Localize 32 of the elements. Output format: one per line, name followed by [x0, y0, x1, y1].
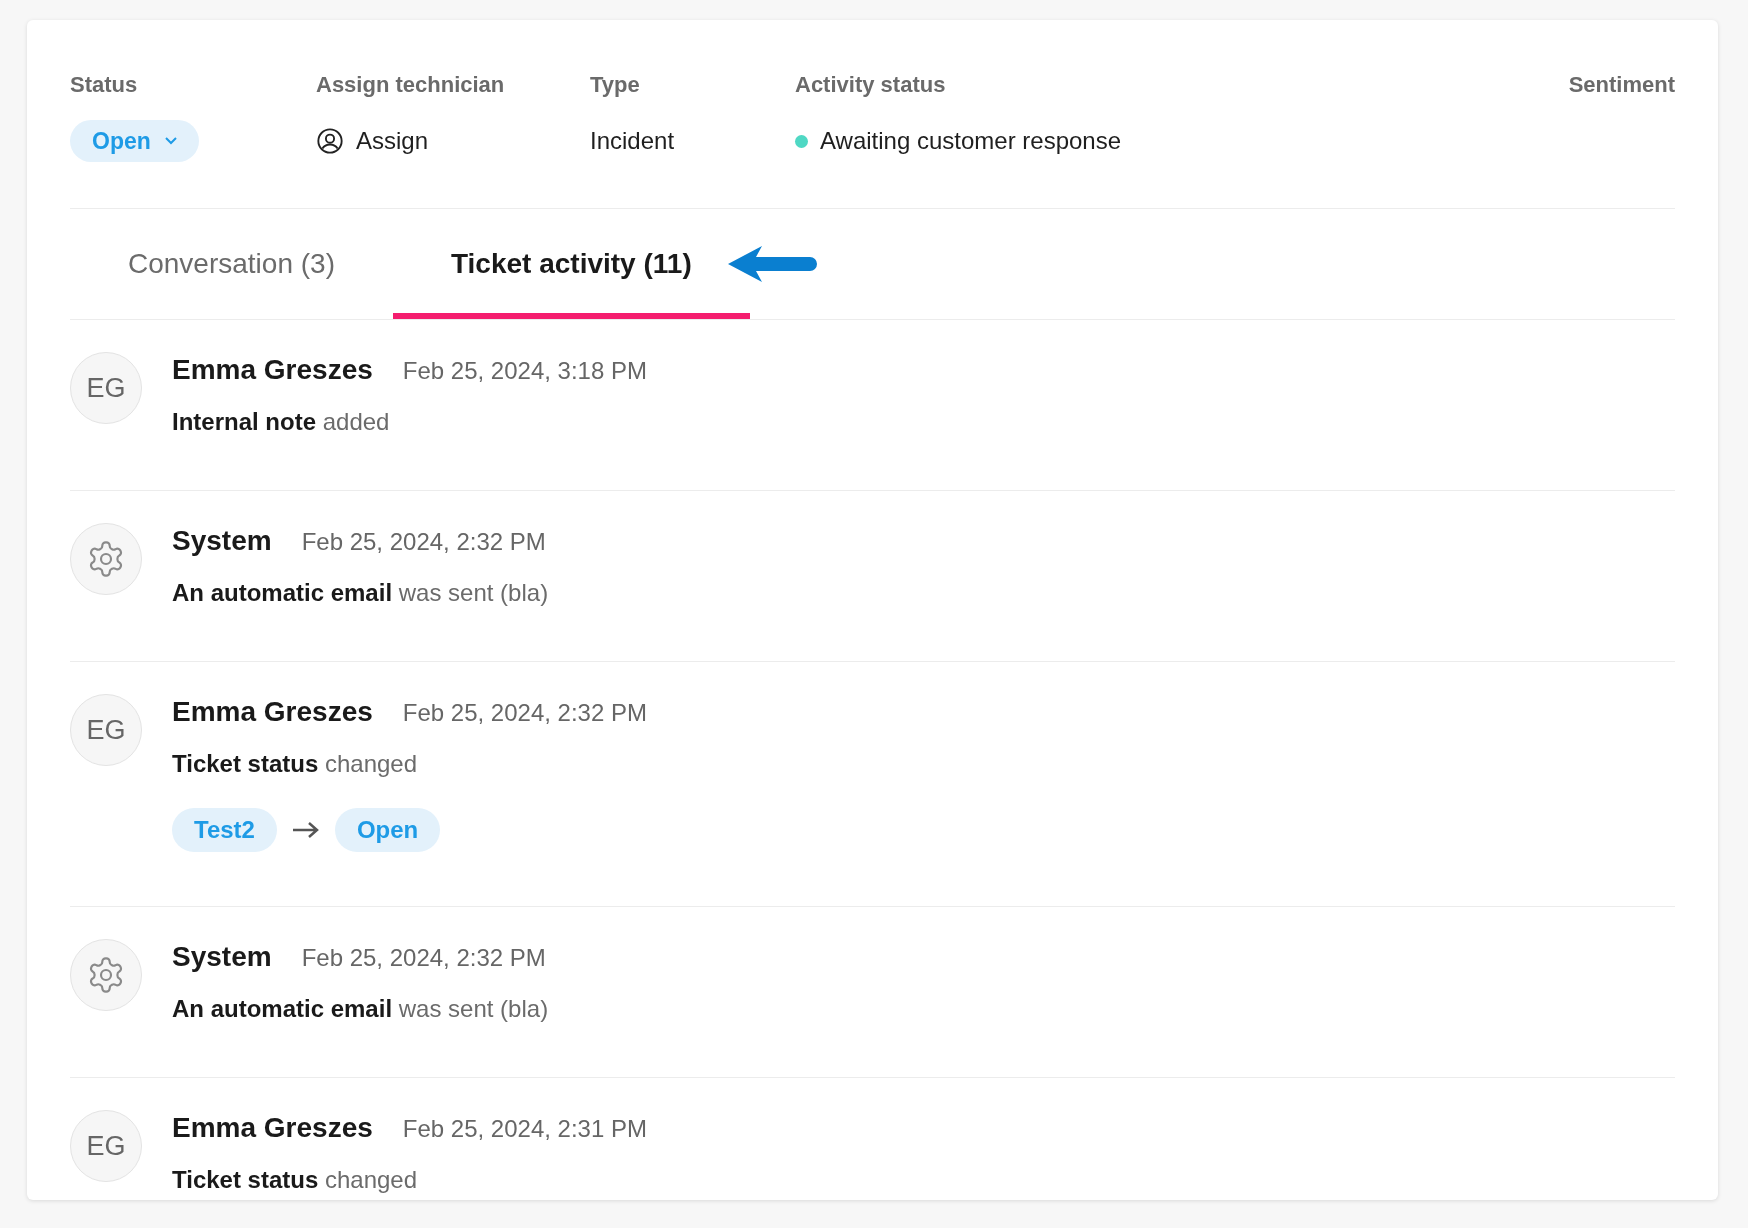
user-avatar: EG — [70, 1110, 142, 1182]
arrow-right-icon — [290, 821, 321, 839]
user-avatar: EG — [70, 694, 142, 766]
chevron-down-icon — [164, 137, 177, 145]
field-label: Activity status — [795, 72, 947, 98]
type-value: Incident — [590, 127, 675, 155]
activity-status-value: Awaiting customer response — [820, 127, 1122, 155]
author-name: Emma Greszes — [172, 354, 373, 386]
author-name: Emma Greszes — [172, 696, 373, 728]
timestamp: Feb 25, 2024, 3:18 PM — [402, 357, 647, 385]
author-name: Emma Greszes — [172, 1112, 373, 1144]
author-name: System — [172, 941, 272, 973]
activity-description: Ticket status changed — [172, 750, 419, 778]
field-label: Status — [70, 72, 139, 98]
activity-description: Internal note added — [172, 408, 391, 436]
user-icon — [316, 127, 344, 155]
activity-description: An automatic email was sent (bla) — [172, 995, 549, 1023]
status-tag: Open — [334, 808, 441, 852]
timestamp: Feb 25, 2024, 2:32 PM — [402, 699, 647, 727]
author-name: System — [172, 525, 272, 557]
field-label: Assign technician — [316, 72, 506, 98]
tab[interactable]: Conversation (3) — [70, 209, 393, 319]
field-label: Type — [590, 72, 641, 98]
timestamp: Feb 25, 2024, 2:32 PM — [301, 528, 546, 556]
assign-link[interactable]: Assign — [356, 127, 429, 155]
activity-description: An automatic email was sent (bla) — [172, 579, 549, 607]
timestamp: Feb 25, 2024, 2:31 PM — [402, 1115, 647, 1143]
status-tag: Test2 — [172, 808, 277, 852]
activity-description: Ticket status changed — [172, 1166, 419, 1194]
timestamp: Feb 25, 2024, 2:32 PM — [301, 944, 546, 972]
user-avatar: EG — [70, 352, 142, 424]
field-label: Sentiment — [1568, 72, 1675, 98]
